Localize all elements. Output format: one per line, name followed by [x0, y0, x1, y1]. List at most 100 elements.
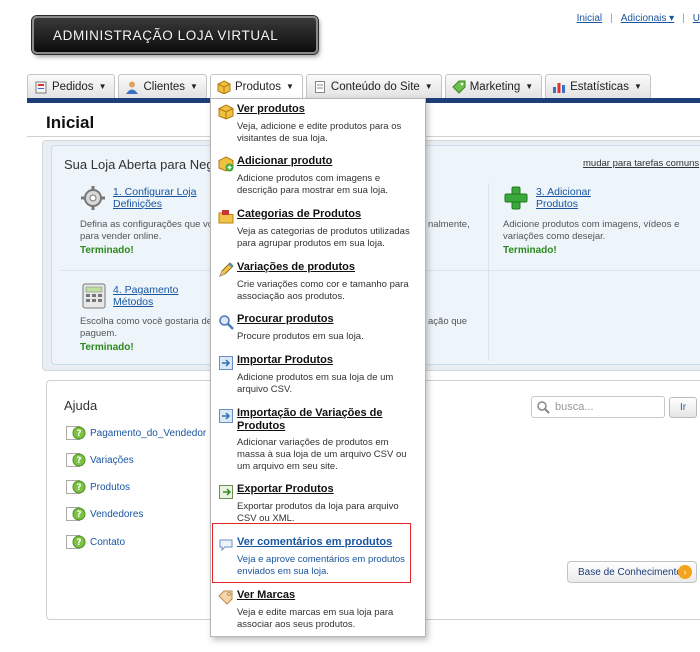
- brand-tag-icon: [218, 590, 233, 605]
- export-icon: [219, 485, 233, 499]
- knowledge-base-button[interactable]: Base de Conhecimento ›: [567, 561, 697, 583]
- tab-label: Pedidos: [52, 80, 94, 93]
- menu-item-desc: Veja as categorias de produtos utilizada…: [237, 226, 410, 249]
- tag-icon: [452, 80, 466, 94]
- magnifier-icon: [219, 315, 234, 330]
- change-to-common-tasks-link[interactable]: mudar para tarefas comuns: [583, 158, 699, 169]
- task-description: Adicione produtos com imagens, vídeos e: [503, 219, 680, 230]
- highlight-box: [212, 523, 411, 583]
- menu-item-title: Exportar Produtos: [237, 483, 334, 495]
- tab-marketing[interactable]: Marketing ▼: [444, 74, 543, 98]
- svg-text:?: ?: [76, 429, 81, 439]
- arrow-right-icon: ›: [678, 565, 692, 579]
- menu-item-desc: Exportar produtos da loja para arquivo C…: [237, 501, 399, 524]
- task-description-fragment: nalmente,: [428, 219, 470, 230]
- top-link-separator: |: [610, 13, 613, 24]
- task-link[interactable]: 1. Configurar Loja: [113, 186, 196, 198]
- store-admin-logo: ADMINISTRAÇÃO LOJA VIRTUAL: [32, 16, 318, 54]
- page-title: Inicial: [46, 113, 95, 132]
- search-placeholder: busca...: [555, 401, 594, 413]
- tab-conteudo-do-site[interactable]: Conteúdo do Site ▼: [305, 74, 442, 98]
- top-link-separator: |: [682, 13, 685, 24]
- task-status: Terminado!: [503, 245, 557, 256]
- products-box-icon: [217, 79, 231, 94]
- menu-item-desc: Procure produtos em sua loja.: [237, 331, 364, 342]
- help-question-icon: ?: [66, 506, 86, 522]
- page-icon: [313, 80, 327, 94]
- folder-icon: [218, 210, 234, 224]
- tab-label: Conteúdo do Site: [330, 80, 420, 93]
- calculator-icon: [82, 283, 106, 309]
- task-description-fragment: ação que: [428, 316, 468, 327]
- bar-chart-icon: [552, 80, 566, 94]
- svg-text:?: ?: [76, 510, 81, 520]
- chevron-down-icon: ▼: [525, 82, 534, 91]
- top-link-adicionais[interactable]: Adicionais ▾: [621, 13, 674, 24]
- search-icon: [537, 401, 550, 414]
- menu-item-desc: Crie variações como cor e tamanho para a…: [237, 279, 409, 302]
- task-status: Terminado!: [80, 342, 134, 353]
- store-setup-title: Sua Loja Aberta para Neg: [64, 157, 214, 172]
- help-item-label: Contato: [90, 536, 126, 548]
- help-item-pagamento[interactable]: ? Pagamento_do_Vendedor: [66, 425, 206, 441]
- menu-item-title: Ver Marcas: [237, 589, 296, 601]
- task-link[interactable]: Produtos: [536, 198, 578, 210]
- task-description: Defina as configurações que vo: [80, 219, 214, 230]
- chevron-down-icon: ▼: [98, 82, 107, 91]
- orders-icon: [34, 80, 48, 94]
- top-links: Inicial | Adicionais ▾ | U: [577, 13, 700, 24]
- top-link-more[interactable]: U: [693, 13, 700, 24]
- svg-text:?: ?: [76, 538, 81, 548]
- tab-estatisticas[interactable]: Estatísticas ▼: [545, 74, 651, 98]
- menu-item-desc: Adicione produtos em sua loja de um arqu…: [237, 372, 394, 395]
- help-item-label: Pagamento_do_Vendedor: [90, 427, 207, 439]
- task-link[interactable]: Métodos: [113, 296, 153, 308]
- task-status: Terminado!: [80, 245, 134, 256]
- add-plus-icon: [504, 186, 528, 210]
- menu-item-desc: Veja, adicione e edite produtos para os …: [237, 121, 402, 144]
- task-link[interactable]: 3. Adicionar: [536, 186, 591, 198]
- tab-clientes[interactable]: Clientes ▼: [118, 74, 207, 98]
- help-item-produtos[interactable]: ? Produtos: [66, 479, 130, 495]
- tab-label: Produtos: [234, 80, 281, 93]
- svg-text:?: ?: [76, 456, 81, 466]
- help-item-contato[interactable]: ? Contato: [66, 534, 125, 550]
- knowledge-base-label: Base de Conhecimento: [578, 566, 682, 578]
- tab-label: Clientes: [143, 80, 186, 93]
- help-item-label: Vendedores: [90, 508, 144, 520]
- search-go-button[interactable]: Ir: [669, 397, 697, 418]
- main-tabs: Pedidos ▼ Clientes ▼ Produtos ▼ Conteúdo do…: [27, 74, 651, 98]
- help-question-icon: ?: [66, 425, 86, 441]
- help-title: Ajuda: [64, 398, 98, 413]
- gear-icon: [81, 186, 105, 210]
- import-variations-icon: [219, 409, 233, 423]
- chevron-down-icon: ▼: [633, 82, 642, 91]
- menu-item-desc: Adicione produtos com imagens e descriçã…: [237, 173, 389, 196]
- tab-label: Marketing: [469, 80, 521, 93]
- box-icon: [218, 104, 234, 120]
- tab-pedidos[interactable]: Pedidos ▼: [27, 74, 116, 98]
- menu-item-title: Categorias de Produtos: [237, 208, 362, 220]
- tab-label: Estatísticas: [570, 80, 629, 93]
- help-search-input[interactable]: busca...: [531, 396, 665, 418]
- chevron-down-icon: ▼: [190, 82, 198, 91]
- task-description: Escolha como você gostaria de: [80, 316, 213, 327]
- menu-item-title: Variações de produtos: [237, 261, 355, 273]
- svg-text:?: ?: [76, 483, 81, 493]
- top-link-inicial[interactable]: Inicial: [577, 13, 603, 24]
- help-item-vendedores[interactable]: ? Vendedores: [66, 506, 143, 522]
- help-item-label: Produtos: [90, 481, 131, 493]
- menu-item-title: Adicionar produto: [237, 155, 333, 167]
- task-link[interactable]: Definições: [113, 198, 162, 210]
- help-item-variacoes[interactable]: ? Variações: [66, 452, 134, 468]
- tab-produtos[interactable]: Produtos ▼: [209, 74, 303, 98]
- help-item-label: Variações: [90, 454, 134, 466]
- task-link[interactable]: 4. Pagamento: [113, 284, 178, 296]
- task-description: paguem.: [80, 328, 117, 339]
- menu-item-desc: Adicionar variações de produtos em massa…: [237, 437, 407, 472]
- help-question-icon: ?: [66, 452, 86, 468]
- chevron-down-icon: ▼: [286, 82, 294, 91]
- divider: [488, 183, 489, 361]
- pencil-icon: [219, 262, 234, 277]
- menu-item-title: Importação de Variações de Produtos: [237, 407, 383, 432]
